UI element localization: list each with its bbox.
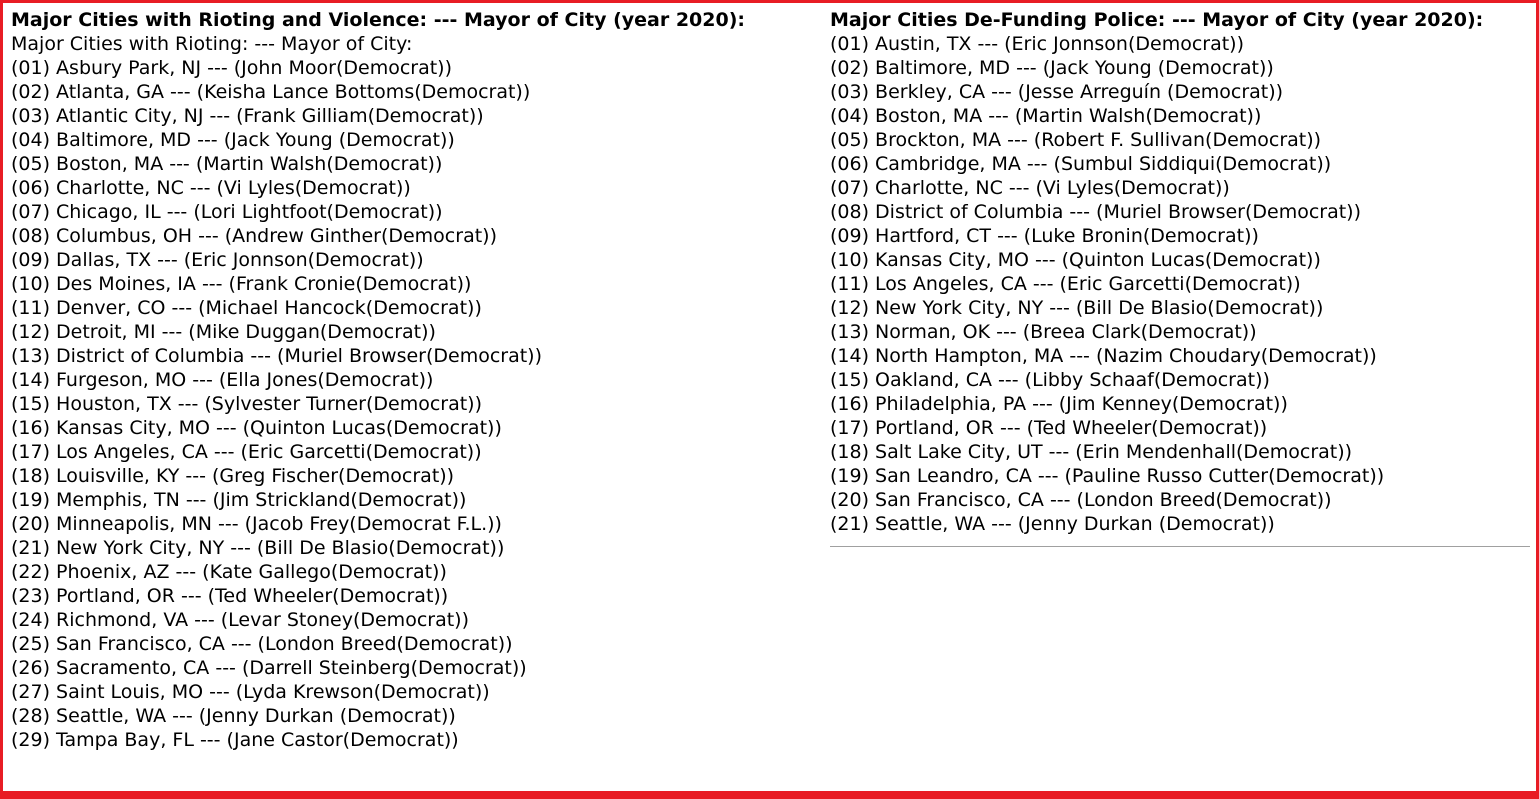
list-item: (10) Kansas City, MO --- (Quinton Lucas(… <box>830 249 1321 271</box>
list-item: (16) Philadelphia, PA --- (Jim Kenney(De… <box>830 393 1288 415</box>
rioting-cities-heading: Major Cities with Rioting and Violence: … <box>11 9 745 31</box>
list-item: (19) San Leandro, CA --- (Pauline Russo … <box>830 465 1385 487</box>
list-item: (04) Boston, MA --- (Martin Walsh(Democr… <box>830 105 1262 127</box>
list-item: (01) Asbury Park, NJ --- (John Moor(Demo… <box>11 57 452 79</box>
defunding-cities-heading: Major Cities De-Funding Police: --- Mayo… <box>830 9 1484 31</box>
list-item: (03) Atlantic City, NJ --- (Frank Gillia… <box>11 105 484 127</box>
list-item: (23) Portland, OR --- (Ted Wheeler(Democ… <box>11 585 449 607</box>
list-item: (15) Oakland, CA --- (Libby Schaaf(Democ… <box>830 369 1270 391</box>
list-item: (17) Los Angeles, CA --- (Eric Garcetti(… <box>11 441 482 463</box>
list-item: (03) Berkley, CA --- (Jesse Arreguín (De… <box>830 81 1284 103</box>
list-item: (13) Norman, OK --- (Breea Clark(Democra… <box>830 321 1257 343</box>
list-item: (06) Cambridge, MA --- (Sumbul Siddiqui(… <box>830 153 1332 175</box>
list-item: (24) Richmond, VA --- (Levar Stoney(Demo… <box>11 609 469 631</box>
list-item: (09) Dallas, TX --- (Eric Jonnson(Democr… <box>11 249 424 271</box>
list-item: (11) Los Angeles, CA --- (Eric Garcetti(… <box>830 273 1301 295</box>
list-item: (07) Chicago, IL --- (Lori Lightfoot(Dem… <box>11 201 443 223</box>
list-item: (08) District of Columbia --- (Muriel Br… <box>830 201 1362 223</box>
list-item: (04) Baltimore, MD --- (Jack Young (Demo… <box>11 129 455 151</box>
list-item: (09) Hartford, CT --- (Luke Bronin(Democ… <box>830 225 1259 247</box>
list-item: (19) Memphis, TN --- (Jim Strickland(Dem… <box>11 489 467 511</box>
list-item: (08) Columbus, OH --- (Andrew Ginther(De… <box>11 225 497 247</box>
list-item: (29) Tampa Bay, FL --- (Jane Castor(Demo… <box>11 729 459 751</box>
list-item: (02) Baltimore, MD --- (Jack Young (Demo… <box>830 57 1274 79</box>
list-item: (26) Sacramento, CA --- (Darrell Steinbe… <box>11 657 527 679</box>
defunding-cities-list: (01) Austin, TX --- (Eric Jonnson(Democr… <box>830 32 1530 536</box>
list-item: (06) Charlotte, NC --- (Vi Lyles(Democra… <box>11 177 411 199</box>
list-item: (05) Brockton, MA --- (Robert F. Sulliva… <box>830 129 1322 151</box>
section-divider <box>830 546 1530 547</box>
list-item: (15) Houston, TX --- (Sylvester Turner(D… <box>11 393 483 415</box>
list-item: (18) Louisville, KY --- (Greg Fischer(De… <box>11 465 455 487</box>
list-item: (28) Seattle, WA --- (Jenny Durkan (Demo… <box>11 705 456 727</box>
list-item: (14) North Hampton, MA --- (Nazim Chouda… <box>830 345 1377 367</box>
list-item: (17) Portland, OR --- (Ted Wheeler(Democ… <box>830 417 1268 439</box>
list-item: (11) Denver, CO --- (Michael Hancock(Dem… <box>11 297 482 319</box>
list-item: (10) Des Moines, IA --- (Frank Cronie(De… <box>11 273 472 295</box>
list-item: (12) New York City, NY --- (Bill De Blas… <box>830 297 1324 319</box>
rioting-cities-list: (01) Asbury Park, NJ --- (John Moor(Demo… <box>11 56 811 752</box>
list-item: (20) San Francisco, CA --- (London Breed… <box>830 489 1332 511</box>
list-item: (27) Saint Louis, MO --- (Lyda Krewson(D… <box>11 681 490 703</box>
list-item: (18) Salt Lake City, UT --- (Erin Menden… <box>830 441 1353 463</box>
list-item: (07) Charlotte, NC --- (Vi Lyles(Democra… <box>830 177 1230 199</box>
list-item: (05) Boston, MA --- (Martin Walsh(Democr… <box>11 153 443 175</box>
list-item: (22) Phoenix, AZ --- (Kate Gallego(Democ… <box>11 561 447 583</box>
list-item: (25) San Francisco, CA --- (London Breed… <box>11 633 513 655</box>
list-item: (13) District of Columbia --- (Muriel Br… <box>11 345 543 367</box>
rioting-cities-section: Major Cities with Rioting and Violence: … <box>11 8 811 752</box>
list-item: (20) Minneapolis, MN --- (Jacob Frey(Dem… <box>11 513 502 535</box>
list-item: (21) New York City, NY --- (Bill De Blas… <box>11 537 505 559</box>
rioting-cities-subheading: Major Cities with Rioting: --- Mayor of … <box>11 33 413 55</box>
list-item: (02) Atlanta, GA --- (Keisha Lance Botto… <box>11 81 531 103</box>
list-item: (01) Austin, TX --- (Eric Jonnson(Democr… <box>830 33 1245 55</box>
defunding-cities-section: Major Cities De-Funding Police: --- Mayo… <box>830 8 1530 547</box>
list-item: (14) Furgeson, MO --- (Ella Jones(Democr… <box>11 369 434 391</box>
list-item: (16) Kansas City, MO --- (Quinton Lucas(… <box>11 417 502 439</box>
list-item: (21) Seattle, WA --- (Jenny Durkan (Demo… <box>830 513 1275 535</box>
list-item: (12) Detroit, MI --- (Mike Duggan(Democr… <box>11 321 436 343</box>
